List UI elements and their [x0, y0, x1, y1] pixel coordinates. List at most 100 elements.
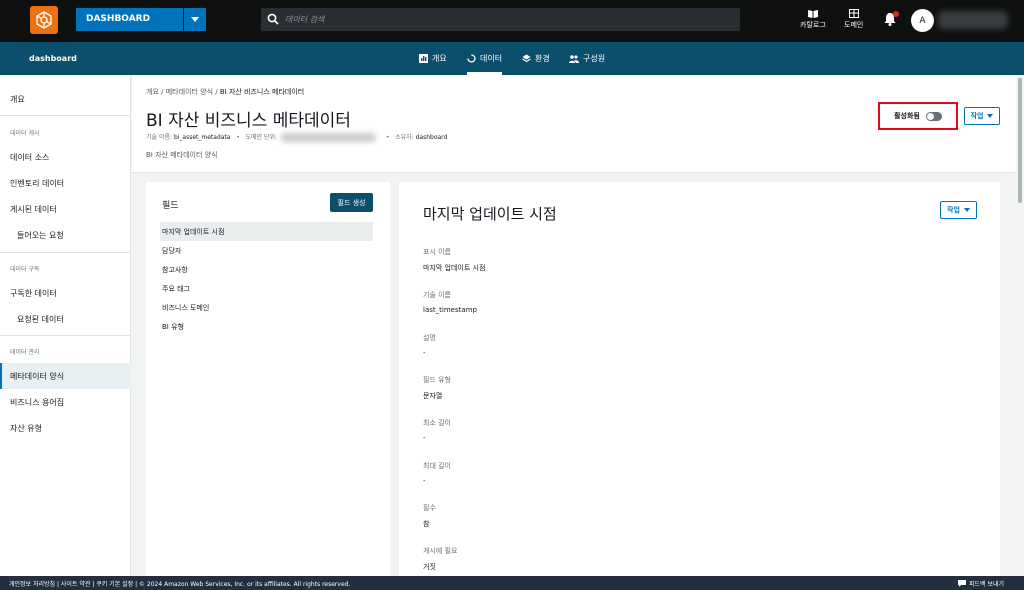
sidebar-item-incoming-requests[interactable]: 들어오는 요청 [17, 230, 64, 241]
sidebar-item-glossaries[interactable]: 비즈니스 용어집 [10, 397, 64, 408]
tab-data-label: 데이터 [480, 54, 503, 63]
sidebar-item-metadata-forms[interactable]: 메타데이터 양식 [10, 371, 64, 382]
field-item[interactable]: BI 유형 [162, 322, 184, 332]
breadcrumb-metadata-forms[interactable]: 메타데이터 양식 [166, 88, 213, 96]
page-header: 개요 / 메타데이터 양식 / BI 자산 비즈니스 메타데이터 BI 자산 비… [132, 75, 1016, 173]
sidebar-item-requested[interactable]: 요청된 데이터 [17, 314, 64, 325]
caret-down-icon [963, 208, 970, 212]
prop-value: - [423, 434, 426, 442]
sidebar-item-published[interactable]: 게시된 데이터 [10, 204, 57, 215]
tab-overview[interactable]: 개요 [419, 53, 447, 64]
tab-members[interactable]: 구성원 [569, 53, 605, 64]
notification-dot [893, 11, 899, 17]
sidebar: 개요 데이터 게시 데이터 소스 인벤토리 데이터 게시된 데이터 들어오는 요… [0, 75, 131, 576]
field-detail-title: 마지막 업데이트 시점 [423, 205, 557, 223]
domain-name: dashboard [29, 54, 77, 63]
prop-value: 참 [423, 520, 430, 528]
users-icon [569, 54, 579, 63]
prop-label: 최대 길이 [423, 462, 451, 470]
caret-down-icon [987, 114, 994, 118]
tab-data[interactable]: 데이터 [467, 53, 503, 75]
chart-icon [419, 54, 428, 63]
domain-label: 도메인 [844, 21, 864, 29]
sidebar-divider [0, 335, 131, 336]
domain-unit-label: 도메인 단위: [245, 134, 277, 141]
breadcrumb: 개요 / 메타데이터 양식 / BI 자산 비즈니스 메타데이터 [146, 88, 305, 96]
feedback-icon [958, 580, 966, 587]
catalog-label: 카탈로그 [800, 21, 826, 29]
field-item[interactable]: 참고사항 [162, 265, 188, 275]
search-icon [267, 13, 279, 25]
footer-links[interactable]: 개인정보 처리방침 | 사이트 약관 | 쿠키 기본 설정 | © 2024 A… [9, 579, 350, 588]
app-logo-icon[interactable] [30, 6, 58, 34]
domain-icon [848, 9, 859, 18]
prop-label: 최소 길이 [423, 419, 451, 427]
sidebar-section-subscribe: 데이터 구독 [10, 266, 40, 273]
feedback-button[interactable]: 피드백 보내기 [958, 579, 1004, 588]
dashboard-selector[interactable]: DASHBOARD [76, 8, 183, 31]
prop-label: 게시에 필요 [423, 547, 458, 555]
prop-label: 필수 [423, 504, 436, 512]
prop-value: 마지막 업데이트 시점 [423, 264, 486, 272]
feedback-label: 피드백 보내기 [969, 581, 1005, 588]
sidebar-item-subscribed[interactable]: 구독한 데이터 [10, 288, 57, 299]
sidebar-section-publish: 데이터 게시 [10, 130, 40, 137]
field-item[interactable]: 마지막 업데이트 시점 [162, 227, 224, 237]
field-item[interactable]: 담당자 [162, 246, 181, 256]
sidebar-divider [0, 252, 131, 253]
fields-panel: 필드 필드 생성 마지막 업데이트 시점 담당자 참고사항 주요 태그 비즈니스… [146, 182, 390, 576]
prop-label: 표시 이름 [423, 248, 451, 256]
catalog-button[interactable]: 카탈로그 [800, 9, 826, 30]
domain-button[interactable]: 도메인 [844, 9, 863, 30]
form-metadata: 기술 이름: bi_asset_metadata • 도메인 단위: • 소유자… [146, 133, 448, 142]
field-action-button[interactable]: 작업 [940, 201, 977, 219]
scrollbar-thumb[interactable] [1018, 78, 1022, 203]
form-description: BI 자산 메타데이터 양식 [146, 151, 218, 159]
tab-overview-label: 개요 [432, 54, 447, 63]
header-action-button[interactable]: 작업 [964, 107, 1000, 125]
owner-value: dashboard [415, 134, 448, 141]
sidebar-divider [0, 115, 131, 116]
sub-navigation: dashboard 개요 데이터 환경 구성원 [0, 42, 1024, 75]
tab-environment[interactable]: 환경 [522, 53, 550, 64]
sidebar-item-inventory[interactable]: 인벤토리 데이터 [10, 178, 64, 189]
user-avatar[interactable]: A [911, 9, 934, 32]
refresh-icon [467, 54, 476, 63]
fields-title: 필드 [162, 201, 179, 211]
domain-unit-redacted [280, 133, 376, 142]
sidebar-section-manage: 데이터 관리 [10, 349, 40, 356]
search-input[interactable] [285, 10, 725, 29]
sidebar-item-overview[interactable]: 개요 [10, 94, 25, 105]
footer: 개인정보 처리방침 | 사이트 약관 | 쿠키 기본 설정 | © 2024 A… [0, 576, 1024, 590]
prop-value: 문자열 [423, 392, 443, 400]
top-bar: DASHBOARD 카탈로그 도메인 A [0, 0, 1024, 42]
enabled-toggle-highlight: 활성화됨 [878, 102, 958, 130]
breadcrumb-overview[interactable]: 개요 [146, 88, 159, 96]
prop-label: 기술 이름 [423, 291, 451, 299]
enabled-label: 활성화됨 [894, 112, 920, 120]
prop-label: 필드 유형 [423, 376, 451, 384]
user-name-redacted [938, 11, 1008, 29]
field-item[interactable]: 비즈니스 도메인 [162, 303, 209, 313]
sidebar-item-asset-types[interactable]: 자산 유형 [10, 423, 42, 434]
prop-value: 거짓 [423, 563, 436, 571]
field-item[interactable]: 주요 태그 [162, 284, 190, 294]
layers-icon [522, 54, 531, 63]
search-bar[interactable] [261, 8, 740, 31]
page-title: BI 자산 비즈니스 메타데이터 [146, 111, 351, 131]
field-action-label: 작업 [947, 206, 960, 214]
dashboard-dropdown-caret-icon[interactable] [184, 8, 206, 31]
tab-members-label: 구성원 [583, 54, 606, 63]
sidebar-item-data-sources[interactable]: 데이터 소스 [10, 152, 49, 163]
prop-value: - [423, 349, 426, 357]
prop-value: last_timestamp [423, 306, 477, 314]
create-field-button[interactable]: 필드 생성 [330, 193, 373, 212]
tab-environment-label: 환경 [535, 54, 550, 63]
prop-value: - [423, 477, 426, 485]
breadcrumb-current: BI 자산 비즈니스 메타데이터 [219, 88, 305, 96]
enabled-toggle[interactable] [925, 111, 942, 121]
header-action-label: 작업 [970, 112, 984, 120]
book-icon [807, 10, 818, 18]
tech-name-value: bi_asset_metadata [173, 134, 231, 141]
prop-label: 설명 [423, 334, 436, 342]
